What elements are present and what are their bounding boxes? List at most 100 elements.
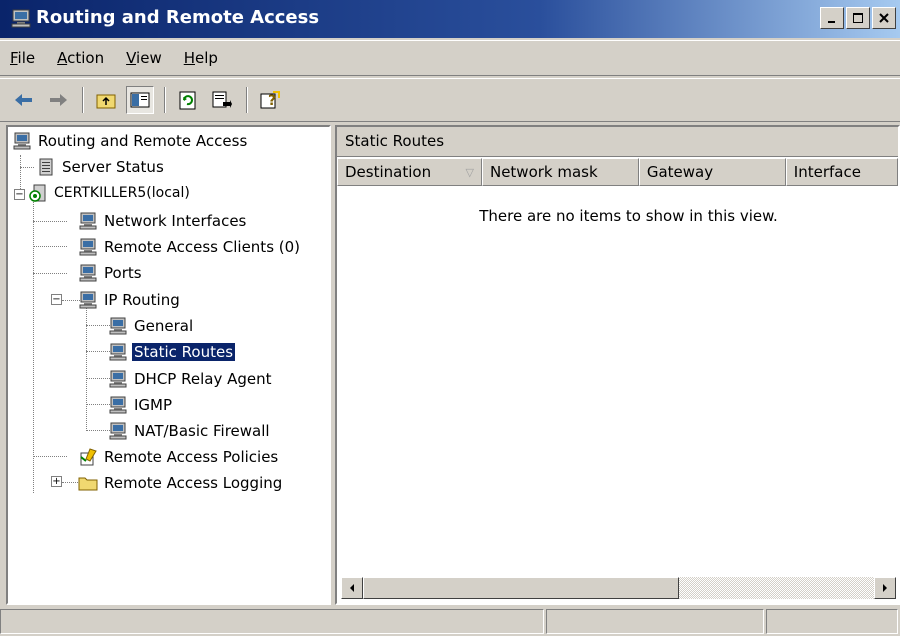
back-arrow-icon [15,94,32,106]
help-button[interactable]: ? [256,86,284,114]
back-button[interactable] [10,86,38,114]
app-icon [11,9,31,28]
column-header-label: Network mask [489,163,598,181]
tree-item-server-status[interactable]: Server Status [36,155,166,179]
computer-icon [109,396,127,414]
show-hide-console-tree-icon [130,92,150,108]
menu-help[interactable]: Help [184,49,218,67]
menu-bar: File Action View Help [0,40,900,76]
tree-item-nat-basic-firewall[interactable]: NAT/Basic Firewall [108,419,272,443]
tree-item-static-routes[interactable]: Static Routes [108,340,237,364]
status-panel-main [0,609,544,634]
tree-item-routing-and-remote-access[interactable]: Routing and Remote Access [12,129,249,153]
toolbar-separator [246,87,248,113]
refresh-icon [179,91,196,110]
column-header-network-mask[interactable]: Network mask [481,158,639,186]
tree-item-label: Server Status [62,158,164,176]
menu-help-accel: H [183,49,195,67]
show-hide-console-tree-button[interactable] [126,86,154,114]
toolbar-separator [82,87,84,113]
refresh-button[interactable] [174,86,202,114]
tree-item-network-interfaces[interactable]: Network Interfaces [78,209,248,233]
window-title: Routing and Remote Access [36,7,320,28]
menu-view-label: iew [136,49,162,67]
horizontal-scrollbar[interactable] [341,577,896,599]
scroll-right-icon [883,584,887,592]
status-bar [0,607,900,636]
tree-item-igmp[interactable]: IGMP [108,393,174,417]
menu-action-accel: A [57,49,68,67]
tree-item-remote-access-policies[interactable]: Remote Access Policies [78,445,280,469]
menu-action[interactable]: Action [57,49,104,67]
scroll-right-button[interactable] [874,577,896,599]
tree-item-label: Static Routes [130,342,237,362]
tree-item-label: NAT/Basic Firewall [134,422,270,440]
tree-item-label: Routing and Remote Access [38,132,248,150]
tree-item-label: Remote Access Clients (0) [104,238,301,256]
menu-help-label: elp [195,49,218,67]
tree-item-label: Network Interfaces [104,212,247,230]
details-pane-header: Static Routes [337,127,898,157]
menu-file[interactable]: File [10,49,35,67]
console-tree[interactable]: − − + Routing and Remote Access Server S… [6,125,331,605]
scrollbar-thumb[interactable] [363,577,679,599]
column-header-interface[interactable]: Interface [785,158,898,186]
tree-item-label: Remote Access Policies [104,448,279,466]
close-button[interactable] [872,7,896,29]
column-header-destination[interactable]: Destination ▽ [337,158,482,186]
column-header-label: Interface [793,163,861,181]
column-headers: Destination ▽ Network mask Gateway Inter… [337,158,898,186]
tree-item-remote-access-logging[interactable]: Remote Access Logging [78,471,284,495]
scroll-left-icon [350,584,354,592]
up-one-level-icon [96,94,116,109]
tree-item-label: IP Routing [104,291,180,309]
menu-view[interactable]: View [126,49,162,67]
app-window: Routing and Remote Access File Action Vi… [0,0,900,636]
expand-remote-access-logging-toggle[interactable]: + [51,476,62,487]
toolbar: ? [0,78,900,122]
tree-item-ip-routing[interactable]: IP Routing [78,288,182,312]
tree-item-server-local[interactable]: CERTKILLER5(local) [28,181,192,205]
status-panel-secondary [546,609,764,634]
tree-item-label: CERTKILLER5(local) [54,185,190,201]
policy-icon [80,448,97,466]
title-bar[interactable]: Routing and Remote Access [0,0,900,38]
computer-icon [109,422,127,440]
tree-item-dhcp-relay-agent[interactable]: DHCP Relay Agent [108,367,274,391]
maximize-icon [853,13,863,23]
folder-icon [78,477,98,491]
status-panel-tertiary [766,609,898,634]
collapse-ip-routing-toggle[interactable]: − [51,294,62,305]
empty-list-message: There are no items to show in this view. [479,207,778,225]
export-list-button[interactable] [208,86,236,114]
export-list-icon [212,91,232,108]
help-icon: ? [260,91,280,109]
tree-item-remote-access-clients[interactable]: Remote Access Clients (0) [78,235,302,259]
tree-item-label: Remote Access Logging [104,474,283,492]
computer-icon [109,317,127,335]
maximize-button[interactable] [846,7,870,29]
menu-action-label: ction [67,49,105,67]
details-pane: Static Routes Destination ▽ Network mask… [335,125,900,605]
column-header-label: Destination [345,163,432,181]
up-one-level-button[interactable] [92,86,120,114]
sort-descending-icon: ▽ [465,165,474,179]
collapse-server-toggle[interactable]: − [14,189,25,200]
close-icon [879,13,889,23]
tree-item-label: IGMP [134,396,173,414]
tree-item-ports[interactable]: Ports [78,261,144,285]
computer-icon [109,343,127,361]
scroll-left-button[interactable] [341,577,363,599]
forward-button[interactable] [44,86,72,114]
menu-file-accel: F [10,49,18,67]
tree-item-label: General [134,317,194,335]
minimize-button[interactable] [820,7,844,29]
tree-item-label: DHCP Relay Agent [134,370,272,388]
column-header-gateway[interactable]: Gateway [638,158,786,186]
menu-file-label: ile [17,49,36,67]
server-status-icon [39,158,53,176]
computer-icon [109,370,127,388]
tree-item-label: Ports [104,264,142,282]
tree-item-general[interactable]: General [108,314,195,338]
computer-icon [79,291,97,309]
